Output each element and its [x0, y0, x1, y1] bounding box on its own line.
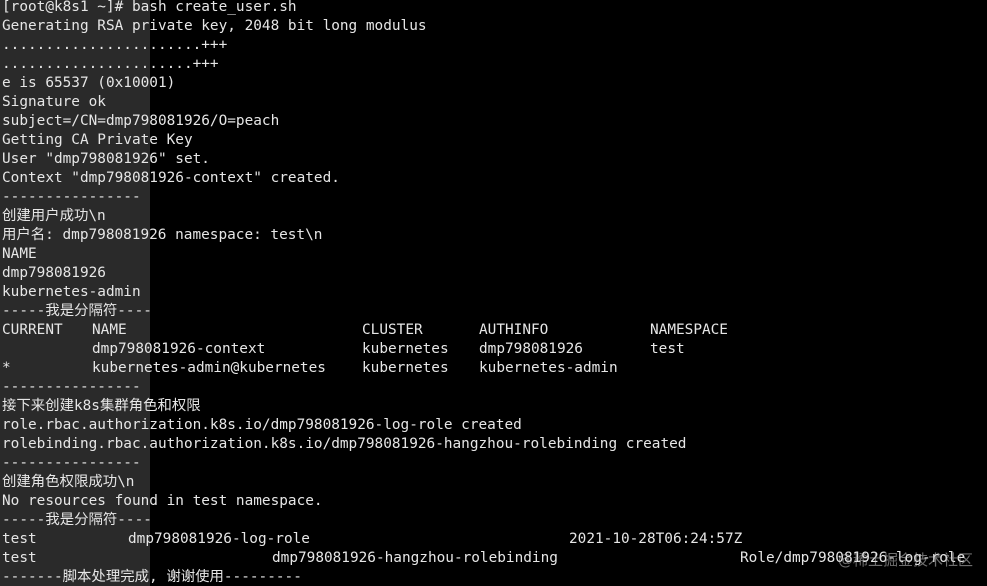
terminal-line: dmp798081926 [2, 265, 106, 281]
terminal-line: ---------------- [2, 455, 141, 471]
role-cell-name: dmp798081926-log-role [128, 531, 310, 547]
terminal-line: rolebinding.rbac.authorization.k8s.io/dm… [2, 436, 687, 452]
terminal-line: ---------------- [2, 189, 141, 205]
role-cell-namespace: test [2, 550, 37, 566]
contexts-cell-namespace: test [650, 341, 685, 357]
terminal-line: NAME [2, 246, 37, 262]
terminal-line: 创建角色权限成功\n [2, 474, 135, 490]
terminal-output: [root@k8s1 ~]# bash create_user.sh Gener… [2, 0, 965, 586]
contexts-header-authinfo: AUTHINFO [479, 322, 549, 338]
contexts-header-cluster: CLUSTER [362, 322, 423, 338]
terminal-line: Signature ok [2, 94, 106, 110]
terminal-line: ---------------- [2, 379, 141, 395]
terminal-line: .......................+++ [2, 37, 228, 53]
terminal-line: 接下来创建k8s集群角色和权限 [2, 398, 201, 414]
terminal-line: -----我是分隔符---- [2, 512, 152, 528]
contexts-header-current: CURRENT [2, 322, 63, 338]
contexts-table-header: CURRENT NAME CLUSTER AUTHINFO NAMESPACE [2, 321, 728, 340]
contexts-header-name: NAME [92, 322, 127, 338]
role-cell-created: 2021-10-28T06:24:57Z [569, 531, 743, 547]
contexts-cell-authinfo: dmp798081926 [479, 341, 583, 357]
contexts-cell-authinfo: kubernetes-admin [479, 360, 618, 376]
terminal-line: -------脚本处理完成, 谢谢使用--------- [2, 569, 302, 585]
terminal-window[interactable]: [root@k8s1 ~]# bash create_user.sh Gener… [0, 0, 987, 586]
contexts-cell-name: kubernetes-admin@kubernetes [92, 360, 326, 376]
contexts-table-row: * kubernetes-admin@kubernetes kubernetes… [2, 359, 686, 378]
terminal-line: ......................+++ [2, 56, 219, 72]
contexts-cell-cluster: kubernetes [362, 341, 449, 357]
terminal-line: No resources found in test namespace. [2, 493, 323, 509]
role-row: test dmp798081926-log-role 2021-10-28T06… [2, 530, 742, 549]
terminal-line: kubernetes-admin [2, 284, 141, 300]
terminal-line: Generating RSA private key, 2048 bit lon… [2, 18, 427, 34]
contexts-header-namespace: NAMESPACE [650, 322, 728, 338]
contexts-cell-current: * [2, 360, 11, 376]
terminal-line: Getting CA Private Key [2, 132, 193, 148]
terminal-line: 用户名: dmp798081926 namespace: test\n [2, 227, 323, 243]
role-cell-namespace: test [2, 531, 37, 547]
role-row: test dmp798081926-hangzhou-rolebinding R… [2, 549, 965, 568]
contexts-table-row: dmp798081926-context kubernetes dmp79808… [2, 340, 686, 359]
contexts-cell-cluster: kubernetes [362, 360, 449, 376]
role-cell-name: dmp798081926-hangzhou-rolebinding [272, 550, 558, 566]
terminal-line: [root@k8s1 ~]# bash create_user.sh [2, 0, 297, 15]
terminal-line: User "dmp798081926" set. [2, 151, 210, 167]
terminal-line: -----我是分隔符---- [2, 303, 152, 319]
terminal-line: 创建用户成功\n [2, 208, 106, 224]
terminal-line: subject=/CN=dmp798081926/O=peach [2, 113, 280, 129]
terminal-line: e is 65537 (0x10001) [2, 75, 176, 91]
terminal-line: Context "dmp798081926-context" created. [2, 170, 340, 186]
watermark: @稀土掘金技术社区 [837, 551, 973, 569]
terminal-line: role.rbac.authorization.k8s.io/dmp798081… [2, 417, 522, 433]
contexts-cell-name: dmp798081926-context [92, 341, 266, 357]
